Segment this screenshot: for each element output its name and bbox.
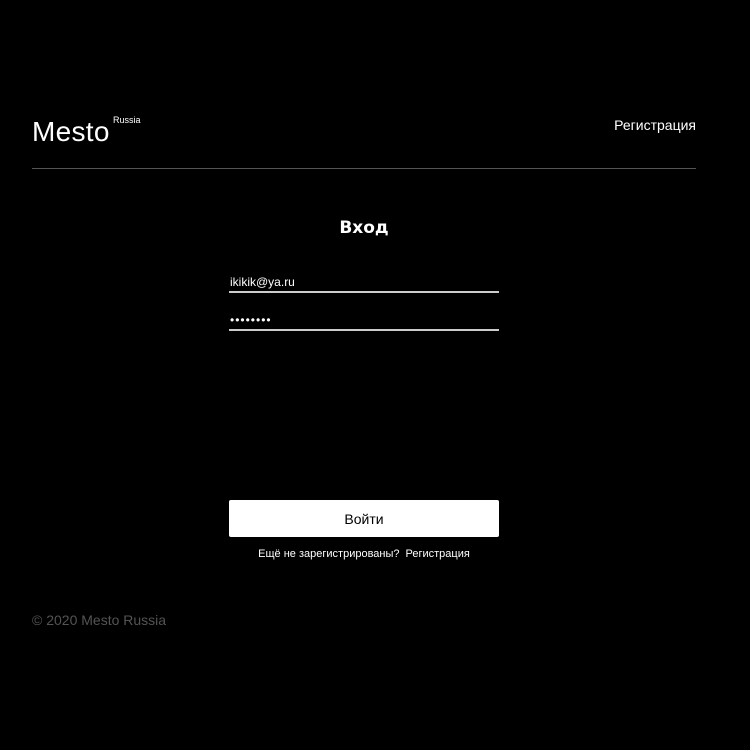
logo-region: Russia [113,115,141,125]
email-field[interactable] [229,273,499,293]
signup-prompt: Ещё не зарегистрированы? Регистрация [0,548,728,560]
header-register-link[interactable]: Регистрация [614,117,696,133]
site-header: Mesto Russia Регистрация [32,108,696,169]
login-page: Mesto Russia Регистрация Вход Войти Ещё … [0,0,750,750]
login-title: Вход [339,218,389,238]
login-button[interactable]: Войти [229,500,499,537]
signup-register-link[interactable]: Регистрация [406,548,470,560]
not-registered-text: Ещё не зарегистрированы? [258,548,400,560]
password-field[interactable] [229,311,499,331]
logo: Mesto [32,116,110,147]
copyright: © 2020 Mesto Russia [32,612,167,628]
